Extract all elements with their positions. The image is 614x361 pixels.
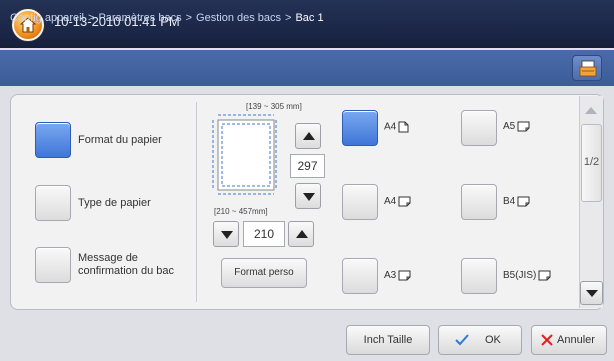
width-decrease-button[interactable] [295, 183, 321, 209]
custom-format-button[interactable]: Format perso [221, 258, 307, 288]
arrow-down-icon [221, 231, 233, 239]
landscape-icon [517, 121, 530, 132]
paper-type-option-label: Type de papier [78, 197, 151, 209]
arrow-up-icon [303, 132, 315, 140]
column-divider [196, 102, 197, 302]
breadcrumb-bar [0, 50, 614, 86]
size-b5jis-landscape-label: B5(JIS) [503, 270, 551, 281]
paper-tray-icon [579, 60, 597, 77]
portrait-icon [398, 121, 409, 133]
length-increase-button[interactable] [288, 221, 314, 247]
paper-size-option-button[interactable] [35, 122, 71, 158]
size-a3-landscape-button[interactable] [342, 258, 378, 294]
breadcrumb: Config appareil > Paramètres bacs > Gestion … [10, 12, 324, 24]
paper-type-option-button[interactable] [35, 185, 71, 221]
arrow-up-icon [296, 230, 308, 238]
close-icon [541, 334, 553, 346]
tray-confirm-option-label: Message de confirmation du bac [78, 252, 174, 277]
paper-size-option-label: Format du papier [78, 134, 162, 146]
length-decrease-button[interactable] [213, 221, 239, 247]
size-a3-landscape-label: A3 [384, 270, 411, 281]
size-a4-landscape-label: A4 [384, 196, 411, 207]
size-a5-landscape-label: A5 [503, 121, 530, 132]
paper-dimension-icon [212, 114, 277, 195]
cancel-button[interactable]: Annuler [531, 325, 607, 355]
breadcrumb-item[interactable]: Paramètres bacs [98, 12, 181, 24]
size-a5-landscape-button[interactable] [461, 110, 497, 146]
landscape-icon [398, 196, 411, 207]
tray-confirm-option-button[interactable] [35, 247, 71, 283]
landscape-icon [538, 270, 551, 281]
length-value-field[interactable]: 210 [243, 221, 285, 247]
width-increase-button[interactable] [295, 123, 321, 149]
breadcrumb-item[interactable]: Gestion des bacs [196, 12, 281, 24]
width-value-field[interactable]: 297 [290, 154, 325, 178]
arrow-up-icon [585, 107, 597, 114]
breadcrumb-item[interactable]: Config appareil [10, 12, 84, 24]
size-a4-landscape-button[interactable] [342, 184, 378, 220]
size-a4-portrait-button[interactable] [342, 110, 378, 146]
inch-size-button[interactable]: Inch Taille [346, 325, 430, 355]
tray-status-button[interactable] [572, 55, 602, 81]
landscape-icon [517, 196, 530, 207]
arrow-down-icon [586, 290, 598, 297]
landscape-icon [398, 270, 411, 281]
width-range-label: [139 ~ 305 mm] [246, 102, 302, 111]
size-a4-portrait-label: A4 [384, 121, 409, 133]
page-indicator: 1/2 [583, 156, 600, 168]
size-b5jis-landscape-button[interactable] [461, 258, 497, 294]
ok-button[interactable]: OK [438, 325, 522, 355]
scroll-up-button[interactable] [580, 99, 602, 123]
size-b4-landscape-button[interactable] [461, 184, 497, 220]
scroll-down-button[interactable] [580, 281, 603, 305]
size-b4-landscape-label: B4 [503, 196, 530, 207]
arrow-down-icon [303, 193, 315, 201]
length-range-label: [210 ~ 457mm] [214, 207, 268, 216]
check-icon [455, 334, 469, 346]
breadcrumb-current: Bac 1 [295, 12, 324, 24]
